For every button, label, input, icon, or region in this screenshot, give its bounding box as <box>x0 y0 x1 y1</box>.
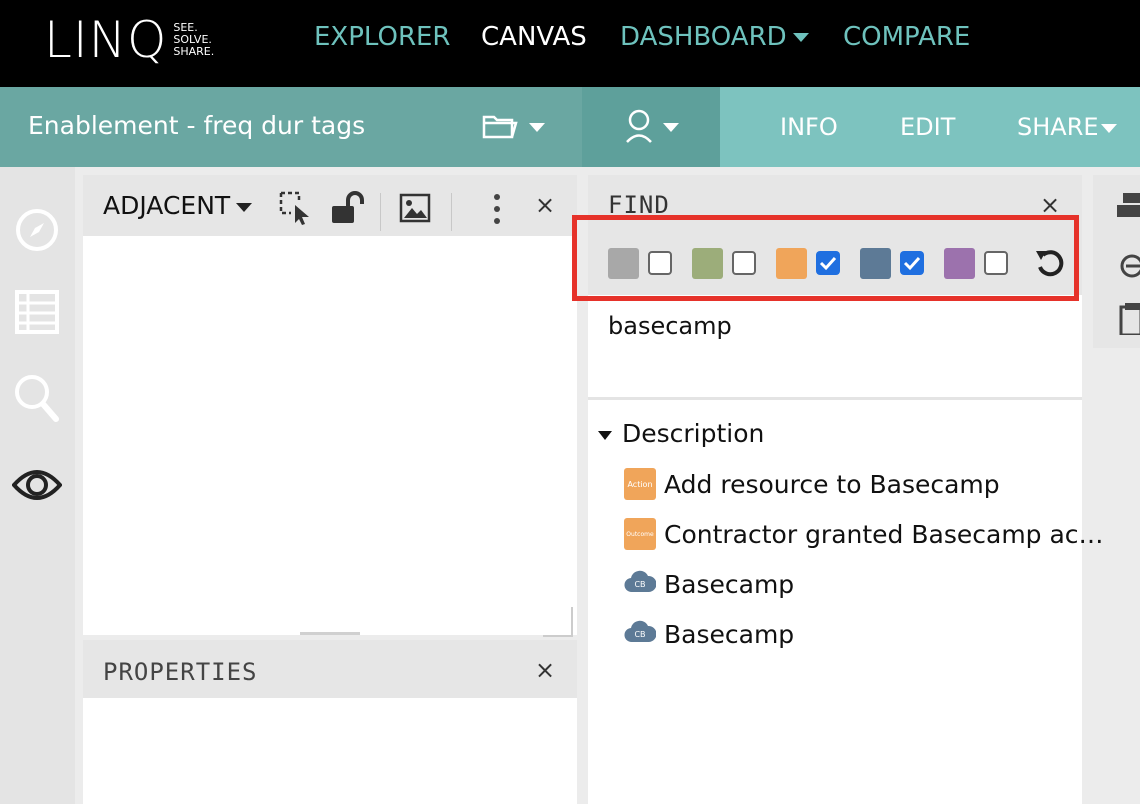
chevron-down-icon <box>529 123 546 132</box>
properties-title: PROPERTIES <box>103 658 258 686</box>
properties-close-button[interactable]: × <box>535 656 555 684</box>
folder-icon <box>482 115 518 139</box>
outcome-badge-icon: Outcome <box>624 518 656 550</box>
cloud-icon-label: CB <box>634 630 645 639</box>
document-toolbar: Enablement - freq dur tags INFO EDIT SHA… <box>0 87 1140 167</box>
edit-button[interactable]: EDIT <box>900 113 955 141</box>
more-options-icon[interactable] <box>493 193 501 229</box>
nav-dashboard[interactable]: DASHBOARD <box>620 22 809 52</box>
top-navigation-bar: LINQ SEE. SOLVE. SHARE. EXPLORER CANVAS … <box>0 0 1140 87</box>
document-title: Enablement - freq dur tags <box>28 111 366 140</box>
folder-menu-button[interactable] <box>482 111 546 145</box>
left-rail <box>0 167 75 804</box>
list-icon[interactable] <box>14 289 60 339</box>
chevron-down-icon <box>663 123 680 132</box>
clipboard-icon[interactable] <box>1119 303 1140 339</box>
cloud-icon-label: CB <box>634 580 645 589</box>
toolbar-divider <box>451 193 452 231</box>
user-icon <box>626 109 652 143</box>
select-icon[interactable] <box>279 191 313 229</box>
caret-down-icon <box>598 430 612 440</box>
result-item[interactable]: Action Add resource to Basecamp <box>624 468 1000 500</box>
adjacent-mode-dropdown[interactable]: ADJACENT <box>103 191 253 220</box>
unlock-icon[interactable] <box>330 191 364 229</box>
description-section-toggle[interactable]: Description <box>598 419 764 448</box>
adjacent-panel: ADJACENT × <box>83 175 577 637</box>
linq-logo[interactable]: LINQ SEE. SOLVE. SHARE. <box>44 12 214 68</box>
logo-wordmark: LINQ <box>44 11 168 69</box>
chevron-down-icon <box>1100 123 1117 133</box>
result-item[interactable]: CB Basecamp <box>624 618 794 650</box>
compass-icon[interactable] <box>14 207 60 257</box>
resize-corner[interactable] <box>543 607 573 637</box>
nav-explorer[interactable]: EXPLORER <box>314 22 451 52</box>
chevron-down-icon <box>792 33 809 42</box>
cloud-icon: CB <box>624 568 657 600</box>
eye-icon[interactable] <box>11 465 63 509</box>
chevron-down-icon <box>236 202 253 212</box>
nav-compare[interactable]: COMPARE <box>843 22 970 52</box>
search-term[interactable]: basecamp <box>608 312 732 340</box>
resize-handle[interactable] <box>300 632 360 635</box>
highlight-box <box>572 215 1079 301</box>
zoom-out-icon[interactable] <box>1119 253 1140 283</box>
image-icon[interactable] <box>399 193 431 227</box>
adjacent-close-button[interactable]: × <box>535 191 555 219</box>
result-item[interactable]: Outcome Contractor granted Basecamp ac… <box>624 518 1104 550</box>
cloud-icon: CB <box>624 618 657 650</box>
properties-panel: PROPERTIES × <box>83 640 577 804</box>
find-search-area <box>588 295 1082 400</box>
action-badge-icon: Action <box>624 468 656 500</box>
nav-canvas[interactable]: CANVAS <box>481 22 587 52</box>
info-button[interactable]: INFO <box>780 113 838 141</box>
toolbar-divider <box>380 193 381 231</box>
adjacent-panel-header: ADJACENT × <box>83 175 577 236</box>
search-icon[interactable] <box>14 374 60 428</box>
properties-panel-header: PROPERTIES × <box>83 640 577 698</box>
user-menu-button[interactable] <box>624 109 680 147</box>
logo-tagline: SEE. SOLVE. SHARE. <box>173 21 215 58</box>
right-toolbar <box>1093 175 1140 348</box>
share-menu-button[interactable]: SHARE <box>1017 113 1117 141</box>
result-item[interactable]: CB Basecamp <box>624 568 794 600</box>
print-icon[interactable] <box>1117 191 1140 229</box>
